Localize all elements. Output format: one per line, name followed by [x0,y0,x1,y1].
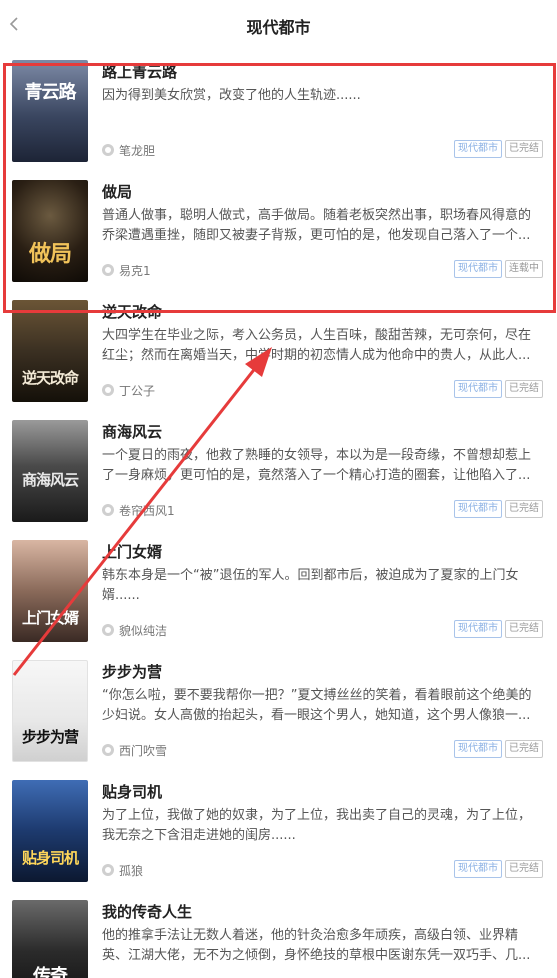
book-author: 卷帘西风1 [102,502,175,518]
author-icon [102,264,114,276]
cover-title: 做局 [28,241,72,267]
cover-title: 步步为营 [21,728,79,746]
cover-title: 贴身司机 [21,849,79,867]
author-icon [102,384,114,396]
book-title[interactable]: 贴身司机 [102,781,162,802]
cover-title: 青云路 [24,82,77,103]
category-tag: 现代都市 [454,860,502,878]
book-description: 大四学生在毕业之际，考入公务员，人生百味，酸甜苦辣，无可奈何，尽在红尘；然而在离… [102,328,532,363]
book-cover[interactable]: 贴身司机 [12,780,88,882]
top-bar: 现代都市 [0,0,557,50]
book-cover[interactable]: 商海风云 [12,420,88,522]
book-tags: 现代都市 连载中 [454,260,543,278]
author-name: 丁公子 [119,383,156,398]
status-tag: 连载中 [505,260,543,278]
author-name: 笔龙胆 [119,143,156,158]
book-tags: 现代都市 已完结 [454,500,543,518]
book-author: 丁公子 [102,382,155,398]
category-tag: 现代都市 [454,740,502,758]
book-cover[interactable]: 上门女婿 [12,540,88,642]
book-description: 他的推拿手法让无数人着迷，他的针灸治愈多年顽疾，高级白领、业界精英、江湖大佬，无… [102,928,531,963]
book-title[interactable]: 商海风云 [102,421,162,442]
book-item[interactable]: 逆天改命 逆天改命 大四学生在毕业之际，考入公务员，人生百味，酸甜苦辣，无可奈何… [0,298,557,418]
author-name: 易克1 [119,263,151,278]
status-tag: 已完结 [505,500,543,518]
book-author: 易克1 [102,262,151,278]
book-item[interactable]: 上门女婿 上门女婿 韩东本身是一个“被”退伍的军人。回到都市后，被迫成为了夏家的… [0,538,557,658]
book-tags: 现代都市 已完结 [454,620,543,638]
category-tag: 现代都市 [454,380,502,398]
author-icon [102,144,114,156]
book-title[interactable]: 我的传奇人生 [102,901,192,922]
book-description: 一个夏日的雨夜，他救了熟睡的女领导，本以为是一段奇缘，不曾想却惹上了一身麻烦，更… [102,448,532,483]
author-name: 貌似纯洁 [119,623,168,638]
book-description: 因为得到美女欣赏，改变了他的人生轨迹...... [102,88,361,103]
page-title: 现代都市 [246,18,311,37]
book-cover[interactable]: 青云路 [12,60,88,162]
book-description: 普通人做事，聪明人做式，高手做局。随着老板突然出事，职场春风得意的乔梁遭遇重挫，… [102,208,532,243]
cover-title: 上门女婿 [21,609,79,627]
cover-title: 商海风云 [21,471,79,489]
book-item[interactable]: 步步为营 步步为营 “你怎么啦，要不要我帮你一把？”夏文搏丝丝的笑着，看着眼前这… [0,658,557,778]
cover-title: 逆天改命 [21,369,79,387]
book-tags: 现代都市 已完结 [454,140,543,158]
book-description: “你怎么啦，要不要我帮你一把？”夏文搏丝丝的笑着，看着眼前这个绝美的少妇说。女人… [102,688,532,723]
book-tags: 现代都市 已完结 [454,860,543,878]
category-tag: 现代都市 [454,140,502,158]
book-title[interactable]: 路上青云路 [102,61,177,82]
author-icon [102,624,114,636]
book-list: 青云路 路上青云路 因为得到美女欣赏，改变了他的人生轨迹...... 笔龙胆 现… [0,58,557,978]
book-cover[interactable]: 步步为营 [12,660,88,762]
book-description: 为了上位，我做了她的奴隶，为了上位，我出卖了自己的灵魂，为了上位，我无奈之下含泪… [102,808,532,843]
status-tag: 已完结 [505,620,543,638]
book-item[interactable]: 青云路 路上青云路 因为得到美女欣赏，改变了他的人生轨迹...... 笔龙胆 现… [0,58,557,178]
book-author: 西门吹雪 [102,742,167,758]
status-tag: 已完结 [505,140,543,158]
category-tag: 现代都市 [454,620,502,638]
book-item[interactable]: 贴身司机 贴身司机 为了上位，我做了她的奴隶，为了上位，我出卖了自己的灵魂，为了… [0,778,557,898]
book-author: 孤狼 [102,862,143,878]
cover-title: 传奇 [33,966,68,978]
author-name: 孤狼 [119,863,144,878]
book-tags: 现代都市 已完结 [454,380,543,398]
book-cover[interactable]: 做局 [12,180,88,282]
author-icon [102,864,114,876]
book-title[interactable]: 做局 [102,181,132,202]
author-name: 卷帘西风1 [119,503,175,518]
status-tag: 已完结 [505,860,543,878]
book-author: 笔龙胆 [102,142,155,158]
author-icon [102,504,114,516]
author-icon [102,744,114,756]
book-title[interactable]: 步步为营 [102,661,162,682]
book-title[interactable]: 逆天改命 [102,301,162,322]
book-title[interactable]: 上门女婿 [102,541,162,562]
status-tag: 已完结 [505,380,543,398]
book-cover[interactable]: 传奇 [12,900,88,978]
book-item[interactable]: 做局 做局 普通人做事，聪明人做式，高手做局。随着老板突然出事，职场春风得意的乔… [0,178,557,298]
author-name: 西门吹雪 [119,743,168,758]
category-tag: 现代都市 [454,260,502,278]
book-tags: 现代都市 已完结 [454,740,543,758]
book-item[interactable]: 传奇 我的传奇人生 他的推拿手法让无数人着迷，他的针灸治愈多年顽疾，高级白领、业… [0,898,557,978]
category-tag: 现代都市 [454,500,502,518]
book-cover[interactable]: 逆天改命 [12,300,88,402]
status-tag: 已完结 [505,740,543,758]
book-author: 貌似纯洁 [102,622,167,638]
book-description: 韩东本身是一个“被”退伍的军人。回到都市后，被迫成为了夏家的上门女婿...... [102,568,519,603]
book-item[interactable]: 商海风云 商海风云 一个夏日的雨夜，他救了熟睡的女领导，本以为是一段奇缘，不曾想… [0,418,557,538]
